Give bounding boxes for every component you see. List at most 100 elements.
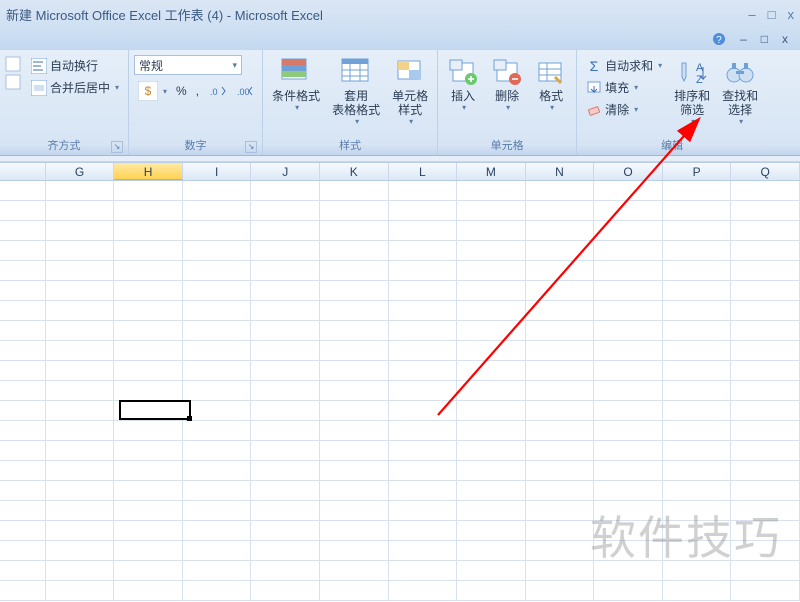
close-button[interactable]: x: [788, 7, 795, 22]
cell[interactable]: [320, 281, 389, 301]
cell[interactable]: [320, 201, 389, 221]
cell[interactable]: [0, 321, 46, 341]
cell[interactable]: [389, 241, 458, 261]
cell[interactable]: [251, 281, 320, 301]
cell[interactable]: [389, 281, 458, 301]
cell[interactable]: [663, 521, 732, 541]
cell[interactable]: [183, 581, 252, 601]
cell[interactable]: [183, 201, 252, 221]
cell[interactable]: [663, 581, 732, 601]
cell[interactable]: [114, 241, 183, 261]
cell[interactable]: [46, 201, 115, 221]
merge-center-button[interactable]: 合并后居中▾: [27, 77, 123, 98]
cell[interactable]: [0, 521, 46, 541]
cell[interactable]: [731, 281, 800, 301]
cell[interactable]: [526, 561, 595, 581]
find-select-button[interactable]: 查找和 选择▾: [718, 55, 762, 126]
cell[interactable]: [389, 561, 458, 581]
cell[interactable]: [320, 561, 389, 581]
column-header[interactable]: N: [526, 163, 595, 180]
cell[interactable]: [183, 561, 252, 581]
column-header[interactable]: G: [46, 163, 115, 180]
column-header[interactable]: O: [594, 163, 663, 180]
grid[interactable]: [0, 181, 800, 601]
format-as-table-button[interactable]: 套用 表格格式▾: [328, 55, 384, 126]
cell[interactable]: [526, 521, 595, 541]
cell[interactable]: [0, 401, 46, 421]
cell[interactable]: [251, 181, 320, 201]
cell[interactable]: [526, 221, 595, 241]
cell[interactable]: [526, 481, 595, 501]
cell[interactable]: [594, 361, 663, 381]
cell[interactable]: [46, 301, 115, 321]
cell[interactable]: [183, 341, 252, 361]
cell[interactable]: [320, 341, 389, 361]
cell-styles-button[interactable]: 单元格 样式▾: [388, 55, 432, 126]
cell[interactable]: [526, 401, 595, 421]
cell[interactable]: [594, 501, 663, 521]
cell[interactable]: [731, 181, 800, 201]
cell[interactable]: [731, 341, 800, 361]
cell[interactable]: [731, 461, 800, 481]
cell[interactable]: [320, 301, 389, 321]
cell[interactable]: [457, 201, 526, 221]
cell[interactable]: [526, 361, 595, 381]
cell[interactable]: [731, 441, 800, 461]
cell[interactable]: [457, 521, 526, 541]
cell[interactable]: [526, 181, 595, 201]
cell[interactable]: [46, 441, 115, 461]
percent-button[interactable]: %: [172, 79, 191, 103]
cell[interactable]: [457, 361, 526, 381]
cell[interactable]: [183, 521, 252, 541]
cell[interactable]: [46, 401, 115, 421]
cell[interactable]: [389, 521, 458, 541]
help-icon[interactable]: ?: [711, 32, 726, 47]
cell[interactable]: [731, 301, 800, 321]
cell[interactable]: [457, 181, 526, 201]
active-cell[interactable]: [119, 400, 191, 420]
cell[interactable]: [251, 221, 320, 241]
cell[interactable]: [389, 441, 458, 461]
cell[interactable]: [46, 341, 115, 361]
cell[interactable]: [183, 181, 252, 201]
cell[interactable]: [526, 201, 595, 221]
cell[interactable]: [46, 261, 115, 281]
cell[interactable]: [0, 341, 46, 361]
cell[interactable]: [183, 241, 252, 261]
cell[interactable]: [0, 201, 46, 221]
column-header[interactable]: H: [114, 163, 183, 180]
cell[interactable]: [251, 521, 320, 541]
cell[interactable]: [594, 201, 663, 221]
cell[interactable]: [0, 281, 46, 301]
cell[interactable]: [46, 501, 115, 521]
cell[interactable]: [594, 261, 663, 281]
cell[interactable]: [663, 261, 732, 281]
cell[interactable]: [457, 261, 526, 281]
column-header[interactable]: I: [183, 163, 252, 180]
comma-button[interactable]: ,: [192, 79, 203, 103]
cell[interactable]: [46, 541, 115, 561]
cell[interactable]: [663, 201, 732, 221]
cell[interactable]: [183, 541, 252, 561]
cell[interactable]: [594, 381, 663, 401]
cell[interactable]: [731, 381, 800, 401]
cell[interactable]: [46, 481, 115, 501]
cell[interactable]: [526, 461, 595, 481]
cell[interactable]: [114, 261, 183, 281]
cell[interactable]: [594, 181, 663, 201]
cell[interactable]: [731, 521, 800, 541]
cell[interactable]: [183, 381, 252, 401]
cell[interactable]: [663, 501, 732, 521]
column-header[interactable]: M: [457, 163, 526, 180]
cell[interactable]: [320, 321, 389, 341]
cell[interactable]: [389, 381, 458, 401]
cell[interactable]: [183, 261, 252, 281]
cell[interactable]: [320, 441, 389, 461]
cell[interactable]: [389, 261, 458, 281]
conditional-format-button[interactable]: 条件格式▾: [268, 55, 324, 112]
cell[interactable]: [457, 301, 526, 321]
cell[interactable]: [457, 541, 526, 561]
cell[interactable]: [457, 461, 526, 481]
column-header[interactable]: J: [251, 163, 320, 180]
cell[interactable]: [457, 501, 526, 521]
